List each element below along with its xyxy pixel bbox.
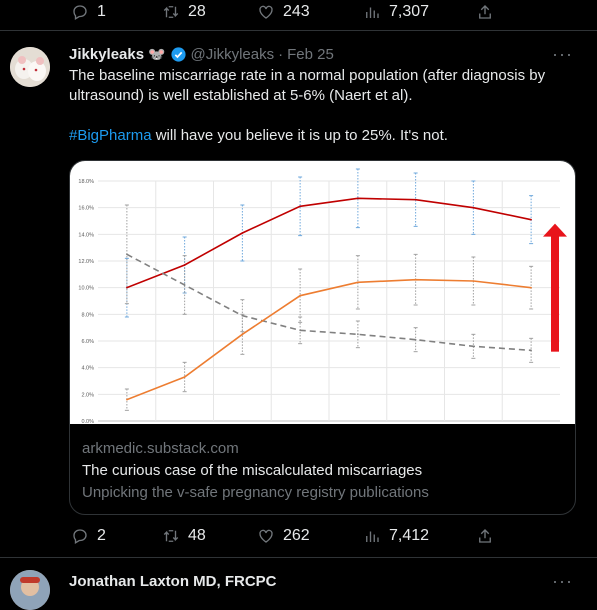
- share-icon: [479, 5, 491, 19]
- heart-icon: [259, 529, 273, 543]
- tweet-text-rest: will have you believe it is up to 25%. I…: [151, 127, 448, 144]
- data-point: [241, 314, 244, 317]
- views-action[interactable]: 7,307: [363, 3, 429, 21]
- y-tick-label: 12.0%: [78, 259, 94, 265]
- share-action[interactable]: [476, 527, 494, 545]
- tweet-text-para2: #BigPharma will have you believe it is u…: [69, 126, 569, 146]
- data-point: [299, 205, 301, 208]
- avatar[interactable]: [10, 570, 50, 610]
- retweet-action[interactable]: 48: [162, 527, 206, 545]
- tweet-text-para1: The baseline miscarriage rate in a norma…: [69, 67, 546, 104]
- card-description: Unpicking the v-safe pregnancy registry …: [82, 484, 429, 501]
- data-point: [183, 376, 186, 378]
- arrow-head: [543, 223, 567, 237]
- like-count: 243: [283, 3, 310, 20]
- author-emoji: 🐭: [148, 46, 166, 62]
- retweet-count: 48: [188, 527, 206, 544]
- like-action[interactable]: 243: [257, 3, 310, 21]
- views-count: 7,412: [389, 527, 430, 544]
- person-avatar-image: [10, 570, 50, 610]
- data-point: [126, 286, 128, 289]
- retweet-action[interactable]: 28: [162, 3, 206, 21]
- card-image: 0.0% 2.0% 4.0% 6.0% 8.0% 10.0% 12.0% 14.0% 16.0%…: [70, 161, 575, 425]
- hashtag-link[interactable]: #BigPharma: [69, 127, 152, 144]
- y-tick-label: 4.0%: [81, 366, 94, 372]
- reply-icon: [73, 5, 87, 20]
- like-action[interactable]: 262: [257, 527, 310, 545]
- data-point: [530, 218, 532, 221]
- author-name[interactable]: Jonathan Laxton MD, FRCPC: [69, 573, 277, 590]
- heart-icon: [259, 5, 273, 19]
- data-point: [183, 264, 186, 266]
- like-count: 262: [283, 527, 310, 544]
- chart-svg: 0.0% 2.0% 4.0% 6.0% 8.0% 10.0% 12.0% 14.0% 16.0%…: [78, 168, 567, 425]
- y-tick-label: 6.0%: [81, 339, 94, 345]
- y-tick-label: 0.0%: [81, 419, 94, 424]
- y-tick-label: 8.0%: [81, 312, 94, 318]
- retweet-icon: [163, 6, 179, 18]
- data-point: [241, 232, 244, 234]
- dot-separator: ·: [278, 46, 284, 63]
- y-tick-label: 2.0%: [81, 392, 94, 398]
- data-point: [357, 197, 359, 200]
- reply-action[interactable]: 2: [71, 527, 106, 545]
- data-point: [472, 206, 475, 209]
- card-meta: arkmedic.substack.com The curious case o…: [82, 438, 429, 504]
- author-row: Jonathan Laxton MD, FRCPC: [69, 573, 277, 590]
- views-action[interactable]: 7,412: [363, 527, 429, 545]
- data-point: [241, 333, 244, 336]
- reply-count: 2: [97, 527, 106, 544]
- retweet-icon: [163, 530, 179, 542]
- y-tick-label: 10.0%: [78, 286, 94, 292]
- y-tick-label: 18.0%: [78, 179, 94, 185]
- y-tick-label: 14.0%: [78, 232, 94, 238]
- data-point: [357, 281, 359, 284]
- data-point: [299, 329, 301, 332]
- data-point: [126, 253, 128, 256]
- data-point: [530, 349, 532, 352]
- reply-action[interactable]: 1: [71, 3, 106, 21]
- link-card[interactable]: 0.0% 2.0% 4.0% 6.0% 8.0% 10.0% 12.0% 14.0% 16.0%…: [69, 160, 576, 515]
- data-point: [357, 333, 359, 336]
- tweet-date[interactable]: Feb 25: [287, 46, 334, 63]
- share-action[interactable]: [476, 3, 494, 21]
- avatar[interactable]: [10, 47, 50, 87]
- mouse-avatar-image: [10, 47, 50, 87]
- more-options-icon[interactable]: ···: [552, 44, 573, 65]
- data-point: [183, 284, 186, 286]
- more-options-icon[interactable]: ···: [552, 571, 573, 592]
- tweet-divider: [0, 557, 597, 558]
- verified-badge-icon: [170, 47, 186, 62]
- views-count: 7,307: [389, 3, 430, 20]
- author-row: Jikkyleaks 🐭 @Jikkyleaks · Feb 25: [69, 46, 334, 63]
- tweet-text: The baseline miscarriage rate in a norma…: [69, 66, 569, 146]
- data-point: [414, 198, 417, 201]
- reply-count: 1: [97, 3, 106, 20]
- data-point: [414, 338, 417, 341]
- data-point: [472, 280, 475, 282]
- data-point: [530, 286, 532, 289]
- data-point: [299, 294, 301, 297]
- reply-icon: [73, 529, 87, 544]
- author-name[interactable]: Jikkyleaks: [69, 46, 144, 63]
- views-icon: [366, 531, 379, 542]
- data-point: [126, 398, 128, 401]
- data-point: [414, 278, 417, 281]
- views-icon: [366, 7, 379, 18]
- share-icon: [479, 529, 491, 543]
- arrow-shaft: [551, 235, 559, 352]
- card-domain: arkmedic.substack.com: [82, 440, 239, 457]
- tweet-divider: [0, 30, 597, 31]
- retweet-count: 28: [188, 3, 206, 20]
- data-point: [472, 345, 475, 348]
- card-title: The curious case of the miscalculated mi…: [82, 462, 423, 479]
- author-handle[interactable]: @Jikkyleaks: [191, 46, 275, 63]
- y-tick-label: 16.0%: [78, 206, 94, 212]
